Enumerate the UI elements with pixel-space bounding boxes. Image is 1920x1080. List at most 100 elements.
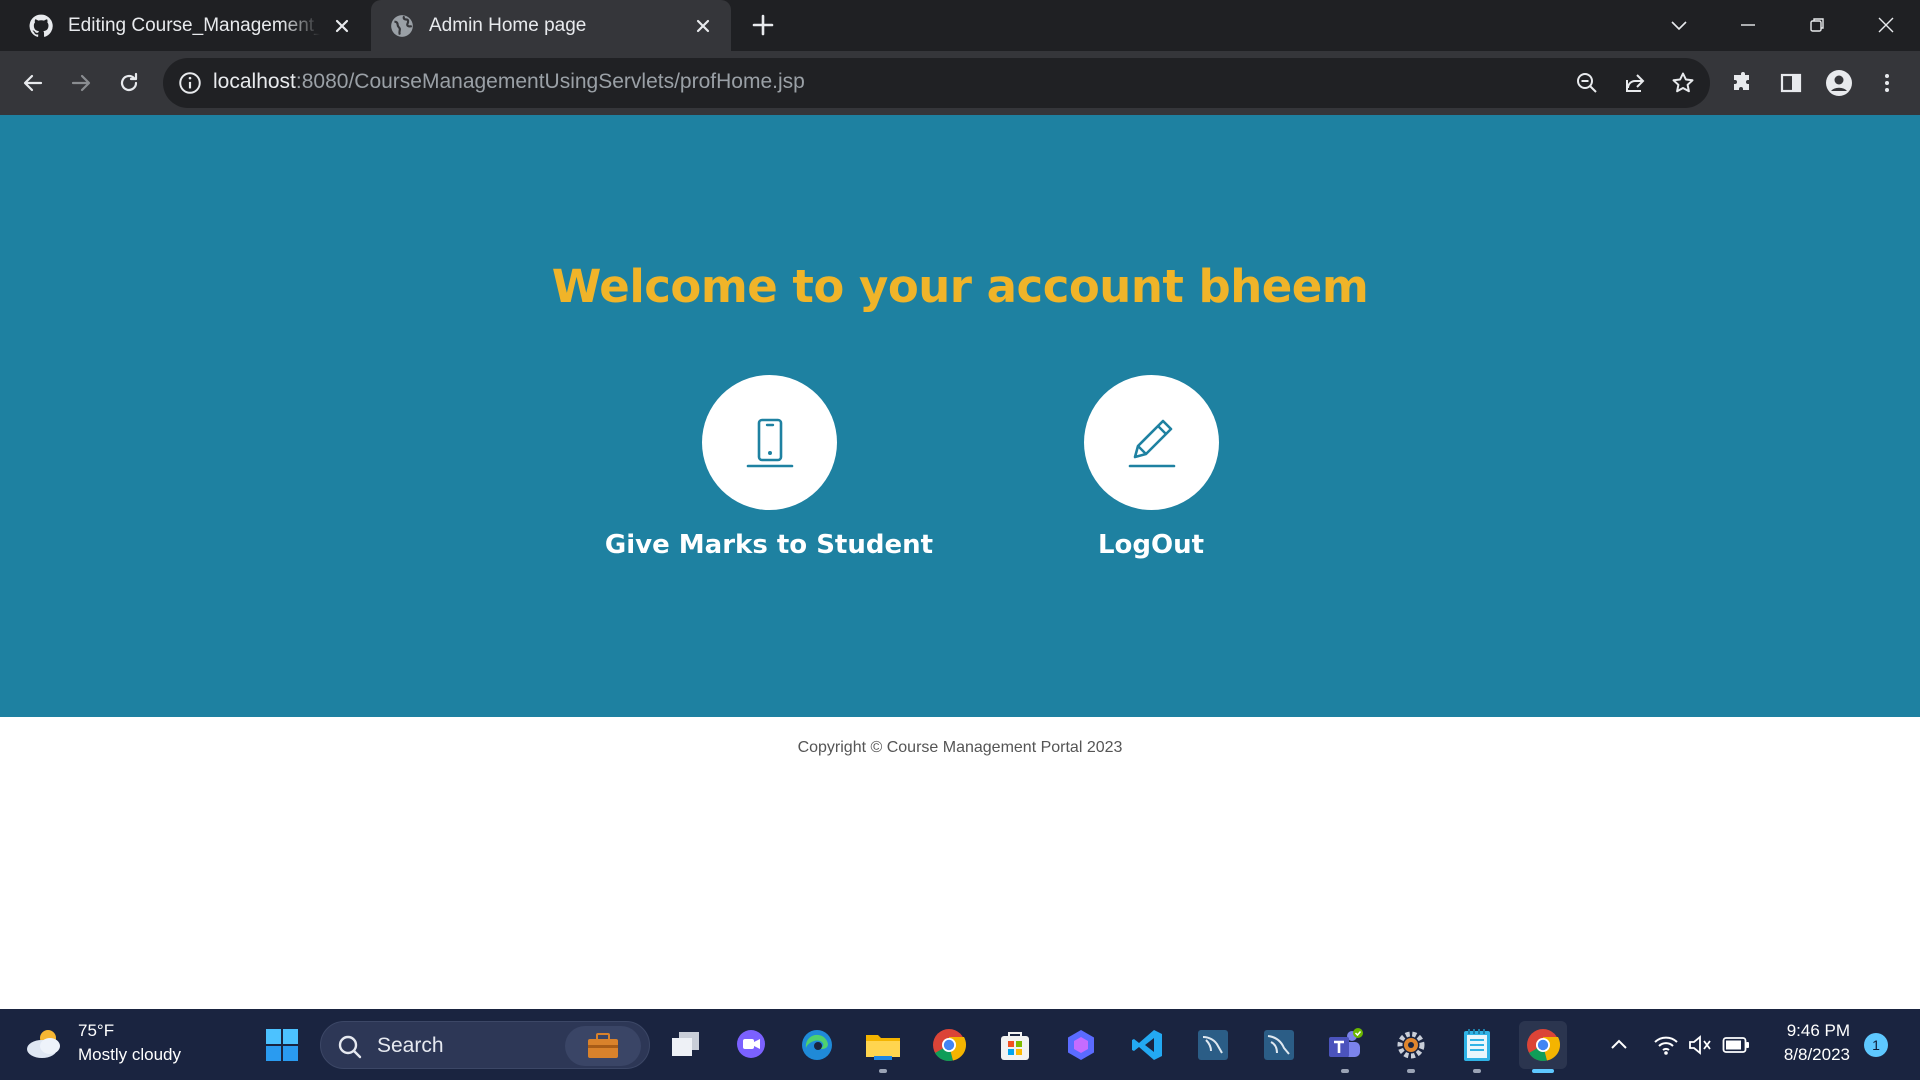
logout-action[interactable]: LogOut bbox=[971, 375, 1331, 560]
clock-time: 9:46 PM bbox=[1786, 1021, 1850, 1040]
taskbar-mysql-workbench-1[interactable] bbox=[1189, 1021, 1237, 1069]
back-button[interactable] bbox=[15, 65, 51, 101]
weather-temp: 75°F bbox=[78, 1021, 115, 1040]
tab-close-icon[interactable] bbox=[328, 12, 356, 40]
reload-icon bbox=[120, 72, 138, 92]
restore-button[interactable] bbox=[1802, 10, 1832, 40]
give-marks-label[interactable]: Give Marks to Student bbox=[589, 530, 949, 560]
dolphin-database-icon bbox=[1198, 1030, 1228, 1060]
taskbar-search[interactable]: Search bbox=[320, 1021, 650, 1069]
give-marks-action[interactable]: Give Marks to Student bbox=[589, 375, 949, 560]
weather-desc: Mostly cloudy bbox=[78, 1045, 181, 1064]
forward-button[interactable] bbox=[63, 65, 99, 101]
clock-date: 8/8/2023 bbox=[1783, 1045, 1850, 1064]
taskbar-copilot[interactable] bbox=[1057, 1021, 1105, 1069]
taskbar-mysql-workbench-2[interactable] bbox=[1255, 1021, 1303, 1069]
url-text[interactable]: localhost:8080/CourseManagementUsingServ… bbox=[213, 70, 805, 94]
share-button[interactable] bbox=[1621, 69, 1649, 97]
task-view-icon bbox=[672, 1032, 699, 1056]
search-icon bbox=[338, 1035, 362, 1059]
url-path: :8080/CourseManagementUsingServlets/prof… bbox=[295, 70, 805, 93]
notification-badge[interactable]: 1 bbox=[1864, 1033, 1888, 1057]
taskbar-settings-app[interactable] bbox=[1387, 1021, 1435, 1073]
windows-logo-icon bbox=[266, 1029, 298, 1061]
taskbar-edge[interactable] bbox=[793, 1021, 841, 1069]
minimize-icon bbox=[1741, 24, 1755, 26]
wifi-icon bbox=[1654, 1036, 1678, 1055]
taskbar-store[interactable] bbox=[991, 1021, 1039, 1069]
start-button[interactable] bbox=[258, 1021, 306, 1069]
side-panel-button[interactable] bbox=[1773, 65, 1809, 101]
info-icon[interactable] bbox=[177, 70, 203, 96]
tab-title: Admin Home page bbox=[429, 14, 587, 36]
browser-toolbar: localhost:8080/CourseManagementUsingServ… bbox=[0, 51, 1920, 115]
system-clock[interactable]: 9:46 PM 8/8/2023 bbox=[1770, 1019, 1850, 1067]
plus-icon bbox=[752, 14, 774, 36]
page-footer: Copyright © Course Management Portal 202… bbox=[0, 717, 1920, 1009]
profile-button[interactable] bbox=[1821, 65, 1857, 101]
zoom-out-icon bbox=[1577, 73, 1597, 93]
menu-button[interactable] bbox=[1869, 65, 1905, 101]
logout-label[interactable]: LogOut bbox=[971, 530, 1331, 560]
give-marks-circle[interactable] bbox=[701, 375, 837, 510]
battery-status[interactable] bbox=[1722, 1031, 1750, 1059]
extensions-button[interactable] bbox=[1725, 65, 1761, 101]
store-icon bbox=[1001, 1032, 1029, 1060]
running-indicator bbox=[1473, 1069, 1481, 1073]
taskbar-file-explorer[interactable] bbox=[859, 1021, 907, 1073]
taskbar-notepad[interactable] bbox=[1453, 1021, 1501, 1073]
volume-status[interactable] bbox=[1686, 1031, 1714, 1059]
avatar-icon bbox=[1826, 70, 1852, 96]
zoom-button[interactable] bbox=[1573, 69, 1601, 97]
active-indicator bbox=[1532, 1069, 1554, 1073]
reload-button[interactable] bbox=[111, 65, 147, 101]
share-icon bbox=[1626, 74, 1645, 92]
wifi-status[interactable] bbox=[1652, 1031, 1680, 1059]
weather-widget[interactable]: 75°F Mostly cloudy bbox=[24, 1019, 181, 1067]
search-label: Search bbox=[377, 1034, 444, 1057]
logout-circle[interactable] bbox=[1083, 375, 1219, 510]
battery-icon bbox=[1722, 1037, 1749, 1053]
running-indicator bbox=[879, 1069, 887, 1073]
taskbar-task-view[interactable] bbox=[662, 1021, 710, 1069]
puzzle-icon bbox=[1734, 72, 1749, 90]
tab-close-icon[interactable] bbox=[689, 12, 717, 40]
close-window-button[interactable] bbox=[1871, 10, 1901, 40]
taskbar-chat[interactable] bbox=[727, 1021, 775, 1069]
hero-section: Welcome to your account bheem Give Marks… bbox=[0, 115, 1920, 717]
windows-taskbar: 75°F Mostly cloudy Search 9:46 PM 8/8/20… bbox=[0, 1009, 1920, 1080]
new-tab-button[interactable] bbox=[748, 10, 778, 40]
globe-icon bbox=[391, 14, 413, 37]
url-host: localhost bbox=[213, 70, 296, 93]
folder-icon bbox=[866, 1035, 900, 1060]
tab-title: Editing Course_Management_using_Servlets bbox=[68, 14, 320, 36]
minimize-button[interactable] bbox=[1733, 10, 1763, 40]
gear-icon bbox=[1397, 1031, 1425, 1059]
tab-github-editing[interactable]: Editing Course_Management_using_Servlets bbox=[0, 0, 370, 51]
tab-search-button[interactable] bbox=[1664, 10, 1694, 40]
address-bar[interactable]: localhost:8080/CourseManagementUsingServ… bbox=[163, 58, 1710, 108]
dolphin-database-icon bbox=[1264, 1030, 1294, 1060]
speaker-muted-icon bbox=[1689, 1035, 1711, 1055]
restore-icon bbox=[1810, 18, 1824, 32]
chrome-icon bbox=[933, 1029, 967, 1062]
hexagon-app-icon bbox=[1068, 1030, 1094, 1060]
taskbar-chrome[interactable] bbox=[925, 1021, 973, 1069]
briefcase-icon bbox=[588, 1033, 618, 1058]
taskbar-teams[interactable] bbox=[1321, 1021, 1369, 1073]
running-indicator bbox=[1407, 1069, 1415, 1073]
chevron-down-icon bbox=[1671, 21, 1687, 31]
side-panel-icon bbox=[1780, 73, 1802, 93]
taskbar-chrome-active[interactable] bbox=[1519, 1021, 1567, 1073]
cloudy-weather-icon bbox=[27, 1030, 60, 1058]
close-icon bbox=[1878, 17, 1894, 33]
notepad-icon bbox=[1464, 1029, 1490, 1061]
bookmark-button[interactable] bbox=[1669, 69, 1697, 97]
show-hidden-icons-button[interactable] bbox=[1605, 1031, 1633, 1059]
taskbar-vscode[interactable] bbox=[1123, 1021, 1171, 1069]
chat-icon bbox=[737, 1030, 765, 1058]
arrow-right-icon bbox=[71, 74, 91, 92]
arrow-left-icon bbox=[23, 74, 43, 92]
tab-admin-home[interactable]: Admin Home page bbox=[371, 0, 731, 51]
chrome-icon bbox=[1527, 1029, 1561, 1062]
